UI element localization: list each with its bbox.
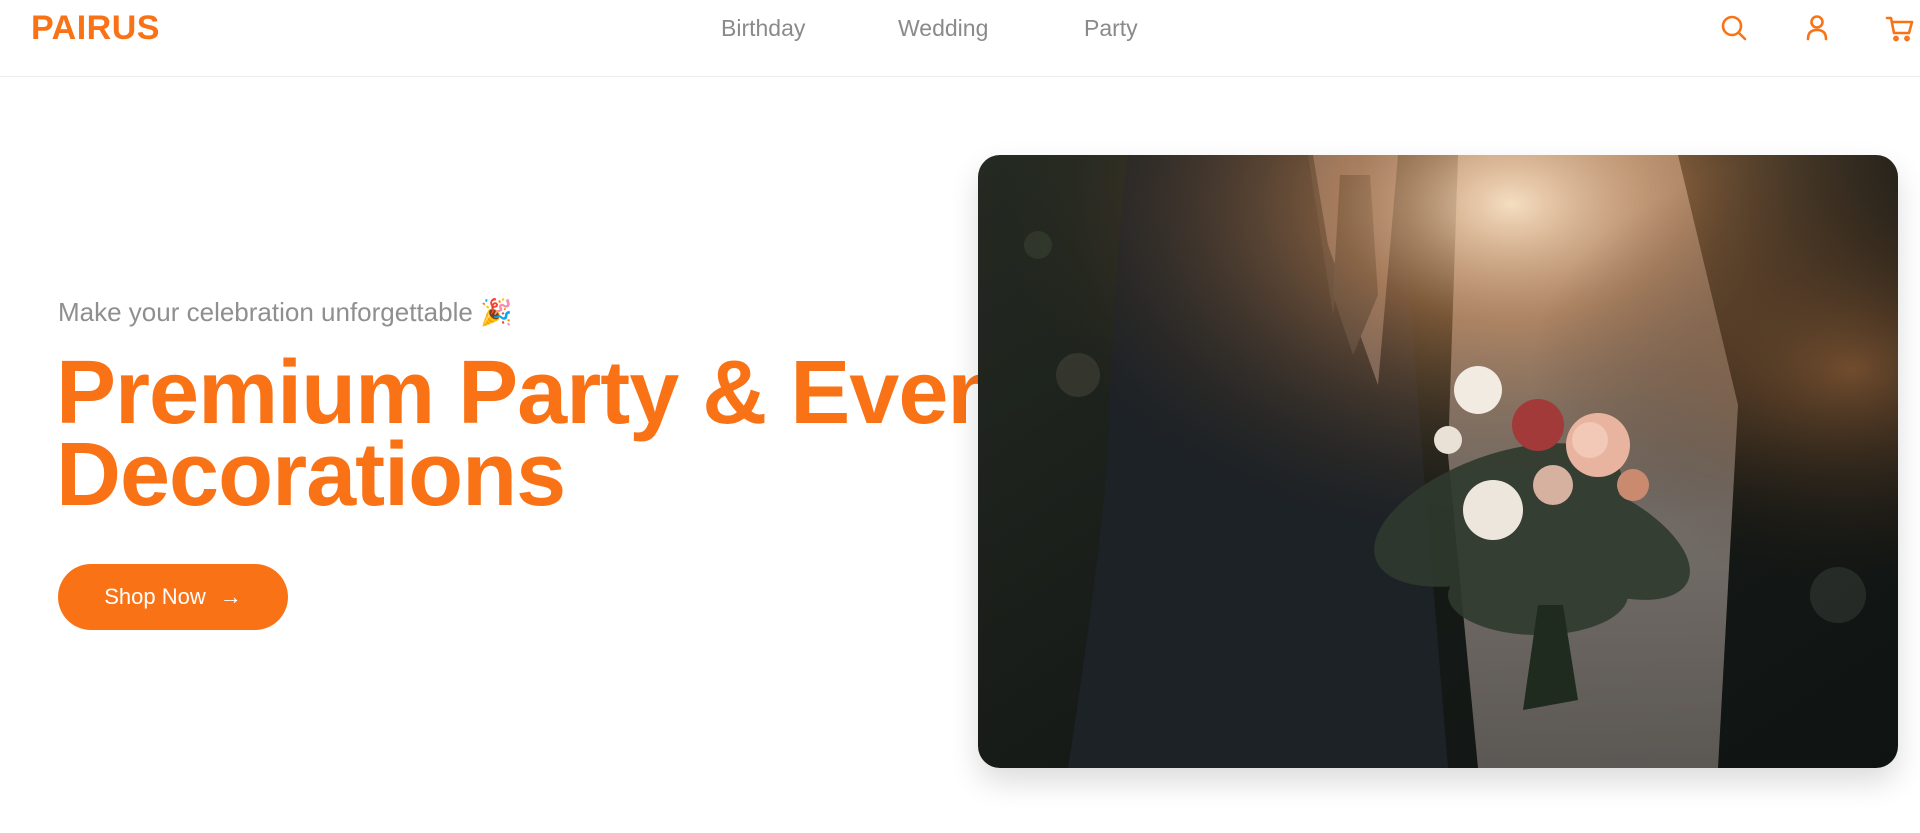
main-nav: Birthday Wedding Party xyxy=(0,14,1920,44)
nav-item-wedding[interactable]: Wedding xyxy=(898,14,988,42)
shop-now-label: Shop Now xyxy=(104,584,206,609)
hero-image xyxy=(978,155,1898,768)
nav-item-party[interactable]: Party xyxy=(1084,14,1138,42)
hero-heading: Premium Party & Event Decorations xyxy=(56,348,1031,520)
nav-item-birthday[interactable]: Birthday xyxy=(721,14,805,42)
search-icon[interactable] xyxy=(1718,12,1750,44)
hero-eyebrow: Make your celebration unforgettable 🎉 xyxy=(58,297,513,327)
wedding-photo xyxy=(978,155,1898,768)
shop-now-button[interactable]: Shop Now → xyxy=(58,564,288,630)
arrow-right-icon: → xyxy=(219,584,242,609)
hero-heading-line-2: Decorations xyxy=(56,425,566,525)
user-icon[interactable] xyxy=(1801,12,1833,44)
cart-icon[interactable] xyxy=(1884,12,1916,44)
site-header: PAIRUS Birthday Wedding Party xyxy=(0,0,1920,77)
